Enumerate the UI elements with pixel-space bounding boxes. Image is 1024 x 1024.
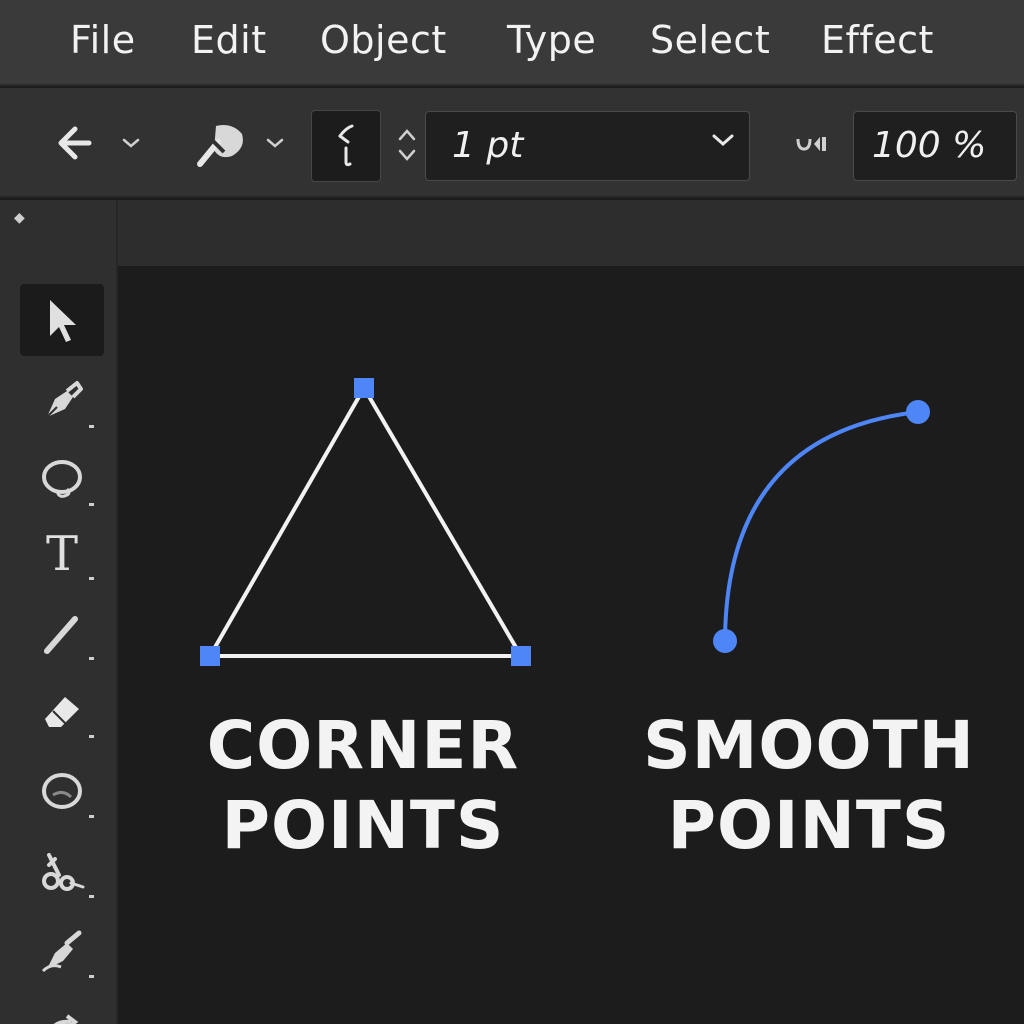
- stroke-weight-value: 1 pt: [452, 125, 524, 166]
- tool-flyout-indicator: [89, 735, 94, 738]
- pencil-tool[interactable]: [20, 598, 104, 670]
- eraser-tool[interactable]: [20, 676, 104, 748]
- smooth-anchor-end: [906, 400, 930, 424]
- corner-anchor-top: [354, 378, 374, 398]
- tool-flyout-indicator: [89, 815, 94, 818]
- chevron-down-icon: [711, 132, 735, 152]
- rotate-icon: [53, 1014, 79, 1024]
- corner-points-label-line2: POINTS: [221, 787, 505, 864]
- ellipse-tool[interactable]: [20, 756, 104, 828]
- type-tool[interactable]: T: [20, 518, 104, 590]
- anchor-pen-icon: [41, 930, 82, 973]
- stepper-icon[interactable]: [394, 122, 420, 168]
- tool-flyout-indicator: [89, 895, 94, 898]
- opacity-value: 100 %: [872, 125, 987, 166]
- scissors-tool[interactable]: [20, 836, 104, 908]
- pen-nib-icon: [46, 381, 83, 418]
- tool-flyout-indicator: [89, 503, 94, 506]
- menu-file[interactable]: File: [70, 14, 136, 66]
- control-bar: 1 pt 100 %: [0, 88, 1024, 198]
- corner-points-label-line1: CORNER: [206, 707, 520, 784]
- tool-flyout-indicator: [89, 577, 94, 580]
- smooth-points-label-line1: SMOOTH: [643, 707, 975, 784]
- type-t-icon: T: [45, 526, 78, 582]
- menu-select[interactable]: Select: [650, 14, 770, 66]
- illustrator-window: File Edit Object Type Select Effect 1 pt…: [0, 0, 1024, 1024]
- scissors-icon: [42, 853, 85, 891]
- document-tab-strip: [118, 200, 1024, 266]
- stroke-swatch-icon[interactable]: [311, 110, 381, 182]
- corner-anchor-left: [200, 646, 220, 666]
- tool-flyout-indicator: [89, 657, 94, 660]
- menu-type[interactable]: Type: [507, 14, 596, 66]
- stroke-weight-dropdown[interactable]: 1 pt: [425, 111, 750, 181]
- tools-panel: ◆ T: [0, 200, 118, 1024]
- rotate-tool[interactable]: [20, 990, 104, 1024]
- panel-collapse-icon[interactable]: ◆: [14, 210, 25, 226]
- chevron-down-icon[interactable]: [118, 128, 144, 158]
- chevron-down-icon[interactable]: [262, 128, 288, 158]
- opacity-field[interactable]: 100 %: [853, 111, 1017, 181]
- triangle-path: [206, 384, 525, 658]
- selection-tool[interactable]: [20, 284, 104, 356]
- tool-flyout-indicator: [89, 425, 94, 428]
- lasso-icon: [42, 460, 82, 498]
- pencil-icon: [43, 616, 78, 654]
- smooth-anchor-start: [713, 629, 737, 653]
- opacity-icon[interactable]: [792, 130, 832, 158]
- back-arrow-icon[interactable]: [48, 118, 98, 168]
- artboard-canvas[interactable]: CORNER POINTS SMOOTH POINTS: [118, 266, 1024, 1024]
- menu-effect[interactable]: Effect: [821, 14, 934, 66]
- menu-edit[interactable]: Edit: [191, 14, 267, 66]
- ellipse-icon: [42, 773, 82, 809]
- eraser-icon: [45, 697, 79, 727]
- pen-tool[interactable]: [20, 366, 104, 438]
- selection-arrow-icon: [50, 300, 76, 342]
- tool-flyout-indicator: [89, 975, 94, 978]
- smooth-points-label-line2: POINTS: [667, 787, 951, 864]
- fill-brush-icon[interactable]: [192, 116, 252, 172]
- smooth-curve-path: [723, 410, 920, 643]
- lasso-tool[interactable]: [20, 444, 104, 516]
- artwork-layer: [200, 378, 930, 666]
- menu-object[interactable]: Object: [320, 14, 447, 66]
- corner-anchor-right: [511, 646, 531, 666]
- anchor-pen-tool[interactable]: [20, 916, 104, 988]
- menu-bar: File Edit Object Type Select Effect: [0, 0, 1024, 86]
